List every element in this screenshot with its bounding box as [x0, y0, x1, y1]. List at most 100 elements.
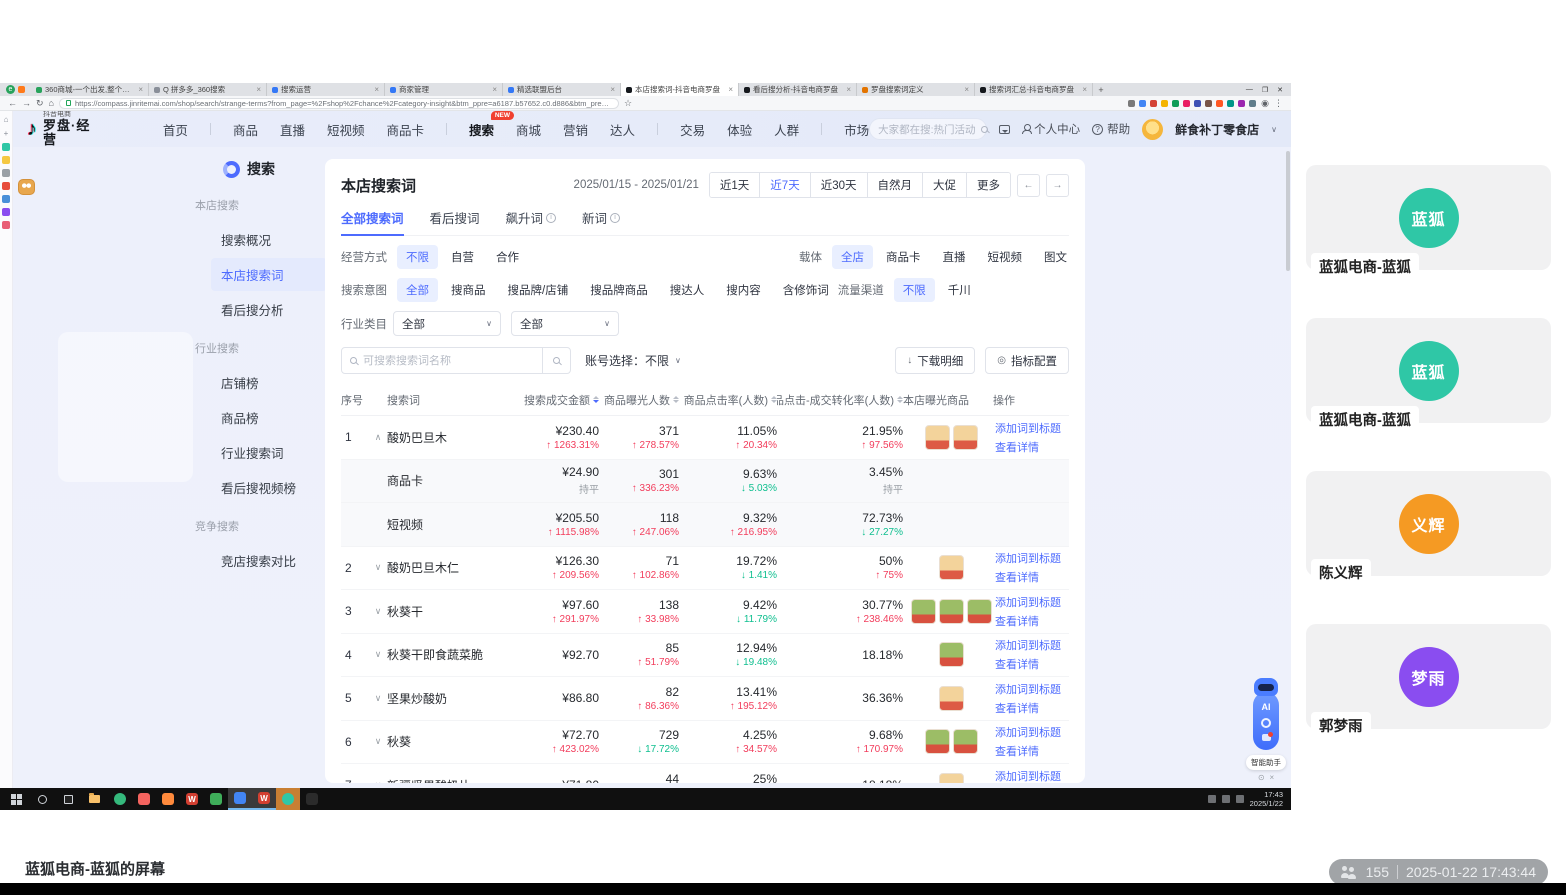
filter-chip-搜品牌商品[interactable]: 搜品牌商品 — [581, 278, 657, 302]
filter-chip-含修饰词[interactable]: 含修饰词 — [774, 278, 838, 302]
filter-chip-直播[interactable]: 直播 — [934, 245, 975, 269]
date-button-更多[interactable]: 更多 — [967, 173, 1010, 197]
nav-item-交易[interactable]: 交易 — [680, 120, 705, 139]
filter-chip-商品卡[interactable]: 商品卡 — [877, 245, 930, 269]
dock-app-icon[interactable] — [2, 182, 10, 190]
tray-icon[interactable] — [1221, 795, 1230, 803]
column-header-搜索成交金额[interactable]: 搜索成交金额 — [501, 384, 599, 415]
close-icon[interactable]: ✕ — [1277, 86, 1283, 94]
dock-app-icon[interactable] — [2, 208, 10, 216]
app-dingtalk-green[interactable] — [108, 788, 132, 810]
shop-caret-icon[interactable]: ∨ — [1271, 125, 1277, 134]
app-wps[interactable]: W — [180, 788, 204, 810]
product-thumbnail[interactable] — [952, 424, 978, 450]
download-button[interactable]: ↓ 下载明细 — [895, 347, 976, 374]
sidebar-item-搜索概况[interactable]: 搜索概况 — [211, 223, 327, 256]
forward-icon[interactable]: → — [22, 98, 31, 108]
date-button-近30天[interactable]: 近30天 — [810, 173, 868, 197]
tab-close-icon[interactable]: × — [610, 85, 615, 94]
tab-close-icon[interactable]: × — [846, 85, 851, 94]
bookmark-star-icon[interactable]: ☆ — [624, 98, 632, 109]
dock-collapse-icon[interactable]: ⌂ — [4, 115, 9, 124]
browser-tab[interactable]: 看后搜分析-抖音电商罗盘 × — [739, 83, 857, 96]
date-button-近7天[interactable]: 近7天 — [760, 173, 811, 197]
sidebar-item-商品榜[interactable]: 商品榜 — [211, 401, 327, 434]
dock-app-icon[interactable] — [2, 169, 10, 177]
minimize-icon[interactable]: — — [1246, 86, 1253, 93]
nav-item-营销[interactable]: 营销 — [563, 120, 588, 139]
action-link-添加词到标题[interactable]: 添加词到标题 — [995, 550, 1061, 566]
product-thumbnail[interactable] — [924, 729, 950, 755]
tray-icon[interactable] — [1235, 795, 1244, 803]
product-thumbnail[interactable] — [952, 729, 978, 755]
sidebar-item-行业搜索词[interactable]: 行业搜索词 — [211, 436, 327, 469]
product-thumbnail[interactable] — [938, 685, 964, 711]
product-thumbnail[interactable] — [938, 598, 964, 624]
action-link-查看详情[interactable]: 查看详情 — [995, 700, 1061, 716]
expand-caret-icon[interactable]: ∨ — [369, 590, 387, 633]
filter-chip-搜商品[interactable]: 搜商品 — [442, 278, 495, 302]
back-icon[interactable]: ← — [8, 98, 17, 108]
nav-item-直播[interactable]: 直播 — [280, 120, 305, 139]
extension-icon[interactable] — [1227, 99, 1235, 107]
date-prev-button[interactable]: ← — [1017, 173, 1040, 197]
browser-tab[interactable]: 搜索词汇总-抖音电商罗盘 × — [975, 83, 1093, 96]
nav-item-市场[interactable]: 市场 — [844, 120, 869, 139]
action-link-查看详情[interactable]: 查看详情 — [995, 656, 1061, 672]
extension-icon[interactable] — [1172, 99, 1180, 107]
app-wps-2[interactable]: W — [252, 788, 276, 810]
extension-icon[interactable] — [1150, 99, 1158, 107]
nav-item-商品卡[interactable]: 商品卡 — [386, 120, 424, 139]
action-link-查看详情[interactable]: 查看详情 — [995, 439, 1061, 455]
tab-飙升词[interactable]: 飙升词 i — [506, 208, 557, 235]
tray-icon[interactable] — [1207, 795, 1216, 803]
tab-close-icon[interactable]: × — [728, 85, 733, 94]
nav-item-商城[interactable]: 商城 — [516, 120, 541, 139]
action-link-查看详情[interactable]: 查看详情 — [995, 613, 1061, 629]
filter-chip-合作[interactable]: 合作 — [487, 245, 528, 269]
filter-chip-千川[interactable]: 千川 — [939, 278, 980, 302]
browser-tab[interactable]: 商家管理 × — [385, 83, 503, 96]
profile-icon[interactable]: ◉ — [1261, 98, 1269, 109]
shop-name[interactable]: 鲜食补丁零食店 — [1175, 121, 1259, 138]
tab-close-icon[interactable]: × — [256, 85, 261, 94]
action-link-添加词到标题[interactable]: 添加词到标题 — [995, 681, 1061, 697]
home-icon[interactable]: ⌂ — [49, 98, 54, 108]
app-chrome[interactable] — [228, 788, 252, 810]
new-tab-button[interactable]: + — [1093, 83, 1109, 96]
extension-icon[interactable] — [1216, 99, 1224, 107]
date-next-button[interactable]: → — [1046, 173, 1069, 197]
cortana-search-button[interactable] — [30, 788, 54, 810]
tab-close-icon[interactable]: × — [1082, 85, 1087, 94]
date-button-近1天[interactable]: 近1天 — [709, 173, 761, 197]
extension-icon[interactable] — [1238, 99, 1246, 107]
app-red-doc[interactable] — [132, 788, 156, 810]
product-thumbnail[interactable] — [938, 555, 964, 581]
app-dark-face[interactable] — [300, 788, 324, 810]
product-thumbnail[interactable] — [924, 424, 950, 450]
filter-chip-短视频[interactable]: 短视频 — [979, 245, 1032, 269]
user-center-link[interactable]: 个人中心 — [1022, 121, 1080, 137]
tab-close-icon[interactable]: × — [964, 85, 969, 94]
action-link-查看详情[interactable]: 查看详情 — [995, 569, 1061, 585]
tab-看后搜词[interactable]: 看后搜词 — [430, 208, 480, 235]
action-link-添加词到标题[interactable]: 添加词到标题 — [995, 637, 1061, 653]
extension-icon[interactable] — [1205, 99, 1213, 107]
filter-chip-搜品牌/店铺[interactable]: 搜品牌/店铺 — [499, 278, 578, 302]
action-link-添加词到标题[interactable]: 添加词到标题 — [995, 594, 1061, 610]
task-view-button[interactable] — [56, 788, 80, 810]
ai-pill[interactable]: AI — [1253, 692, 1279, 750]
nav-item-达人[interactable]: 达人 — [610, 120, 635, 139]
nav-item-商品[interactable]: 商品 — [233, 120, 258, 139]
keyword-search-input[interactable] — [357, 354, 542, 367]
category-select[interactable]: 全部 ∨ — [393, 311, 501, 336]
tab-close-icon[interactable]: × — [374, 85, 379, 94]
ai-hint-pill[interactable]: 智能助手 — [1246, 755, 1286, 770]
sidebar-item-看后搜分析[interactable]: 看后搜分析 — [211, 293, 327, 326]
sidebar-item-店铺榜[interactable]: 店铺榜 — [211, 366, 327, 399]
expand-caret-icon[interactable]: ∨ — [369, 634, 387, 677]
filter-chip-自营[interactable]: 自营 — [442, 245, 483, 269]
extension-icon[interactable] — [1249, 99, 1257, 107]
ai-assistant-widget[interactable]: AI 智能助手 ⊙ × — [1246, 678, 1286, 782]
product-thumbnail[interactable] — [938, 642, 964, 668]
